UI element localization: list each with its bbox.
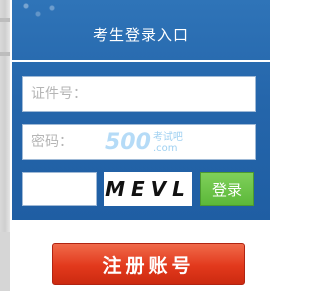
password-input[interactable] — [23, 125, 255, 159]
id-number-field[interactable] — [22, 76, 256, 112]
title-divider — [12, 60, 270, 62]
edge-notch — [0, 52, 10, 56]
register-account-button[interactable]: 注册账号 — [52, 243, 245, 285]
login-button[interactable]: 登录 — [200, 172, 254, 206]
panel-decoration — [18, 0, 60, 20]
login-panel: 考生登录入口 MEVL 登录 — [12, 0, 270, 220]
left-page-edge-lower — [0, 232, 10, 291]
captcha-input[interactable] — [23, 173, 96, 205]
captcha-image[interactable]: MEVL — [104, 172, 192, 206]
captcha-field[interactable] — [22, 172, 97, 206]
password-field[interactable] — [22, 124, 256, 160]
id-number-input[interactable] — [23, 77, 255, 111]
panel-title: 考生登录入口 — [92, 26, 189, 44]
edge-notch — [0, 18, 10, 22]
